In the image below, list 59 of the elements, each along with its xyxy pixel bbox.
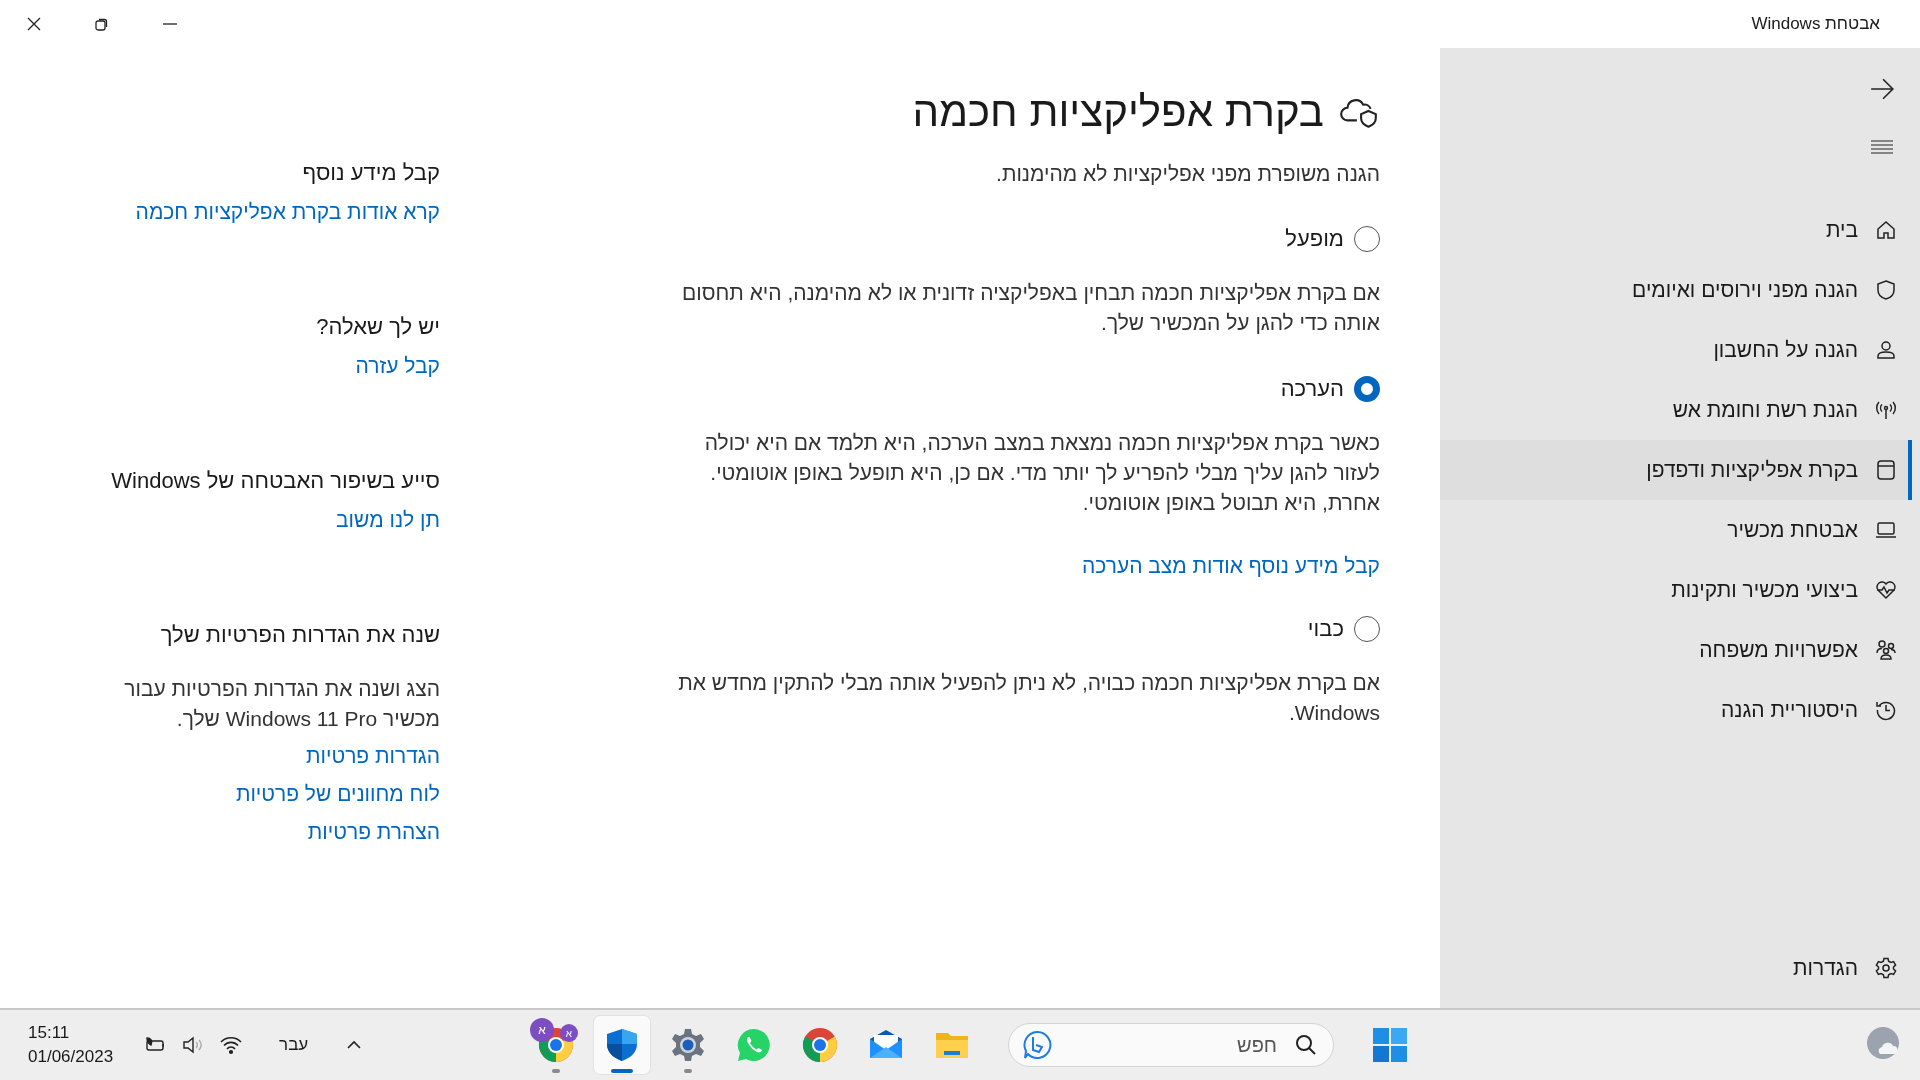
person-icon — [1874, 338, 1898, 362]
help-link[interactable]: הגדרות פרטיות — [306, 744, 440, 768]
sidebar-item[interactable]: בקרת אפליקציות ודפדפן — [1440, 440, 1912, 500]
help-heading: יש לך שאלה? — [316, 314, 440, 340]
heartbeat-icon — [1874, 578, 1898, 602]
help-heading: סייע בשיפור האבטחה של Windows — [111, 468, 440, 494]
chrome-icon — [802, 1027, 838, 1063]
clock[interactable]: 15:11 01/06/2023 — [28, 1021, 114, 1069]
shield-icon — [1874, 278, 1898, 302]
chat-bubble-icon — [736, 1027, 772, 1063]
search-icon — [1294, 1033, 1318, 1057]
help-heading: שנה את הגדרות הפרטיות שלך — [160, 622, 440, 648]
radio-button[interactable] — [1354, 376, 1380, 402]
page-subtitle: הגנה משופרת מפני אפליקציות לא מהימנות. — [995, 162, 1380, 186]
help-text: הצג ושנה את הגדרות הפרטיות עבור מכשיר Windows 11 Pro שלך. — [123, 676, 440, 732]
sidebar-item[interactable]: היסטוריית הגנה — [1440, 680, 1912, 740]
menu-icon — [1869, 139, 1895, 155]
home-icon — [1874, 218, 1898, 242]
learn-more-link[interactable]: קבל מידע נוסף אודות מצב הערכה — [1082, 554, 1380, 578]
help-link[interactable]: לוח מחוונים של פרטיות — [235, 782, 440, 806]
minimize-icon — [162, 23, 178, 25]
option-description: כאשר בקרת אפליקציות חכמה נמצאת במצב הערכה, היא תלמד אם היא יכולה לעזור להגן עליך מבלי להפריע לך יותר מדי. אם כן, היא תופעל באופן אוטומטי. אחרת, היא תבוטל באופן אוטומטי. — [703, 430, 1380, 516]
search-field[interactable]: חפש — [1008, 1023, 1334, 1067]
page-title: בקרת אפליקציות חכמה — [912, 88, 1324, 136]
people-icon — [1874, 638, 1898, 662]
arrow-icon — [1869, 76, 1895, 102]
restore-icon — [94, 16, 110, 32]
sidebar-item[interactable]: הגנה על החשבון — [1440, 320, 1912, 380]
shield-icon — [604, 1027, 640, 1063]
taskbar-app[interactable]: א א — [528, 1016, 584, 1074]
taskbar-app[interactable] — [594, 1016, 650, 1074]
help-heading: קבל מידע נוסף — [302, 160, 440, 186]
profile-badge: א — [560, 1024, 578, 1042]
help-link[interactable]: קבל עזרה — [355, 354, 440, 378]
help-link[interactable]: קרא אודות בקרת אפליקציות חכמה — [135, 200, 440, 224]
chat-b-icon — [1022, 1030, 1052, 1060]
language-indicator[interactable]: עבר — [279, 1035, 309, 1055]
settings-item[interactable]: הגדרות — [1440, 938, 1912, 998]
wifi-icon[interactable] — [219, 1035, 244, 1055]
sidebar-item[interactable]: אבטחת מכשיר — [1440, 500, 1912, 560]
window-title: אבטחת Windows — [1751, 14, 1880, 34]
option-description: אם בקרת אפליקציות חכמה תבחין באפליקציה זדונית או לא מהימנה, היא תחסום אותה כדי להגן על המכשיר שלך. — [681, 280, 1380, 336]
radio-option[interactable]: הערכה — [1280, 376, 1380, 402]
close-icon — [26, 16, 42, 32]
sidebar-item[interactable]: הגנת רשת וחומת אש — [1440, 380, 1912, 440]
sidebar-item[interactable]: בית — [1440, 200, 1912, 260]
help-link[interactable]: הצהרת פרטיות — [307, 820, 440, 844]
windows-logo-icon — [1372, 1027, 1408, 1063]
window-icon — [1874, 458, 1898, 482]
option-description: אם בקרת אפליקציות חכמה כבויה, לא ניתן להפעיל אותה מבלי להתקין מחדש את Windows. — [677, 670, 1380, 726]
help-link[interactable]: תן לנו משוב — [336, 508, 440, 532]
radio-option[interactable]: כבוי — [1307, 616, 1380, 642]
profile-badge: א — [530, 1018, 554, 1042]
settings-icon — [1874, 956, 1898, 980]
sidebar-item[interactable]: הגנה מפני וירוסים ואיומים — [1440, 260, 1912, 320]
radio-option[interactable]: מופעל — [1285, 226, 1380, 252]
gear-icon — [670, 1027, 706, 1063]
sidebar-item[interactable]: אפשרויות משפחה — [1440, 620, 1912, 680]
sidebar-item[interactable]: ביצועי מכשיר ותקינות — [1440, 560, 1912, 620]
